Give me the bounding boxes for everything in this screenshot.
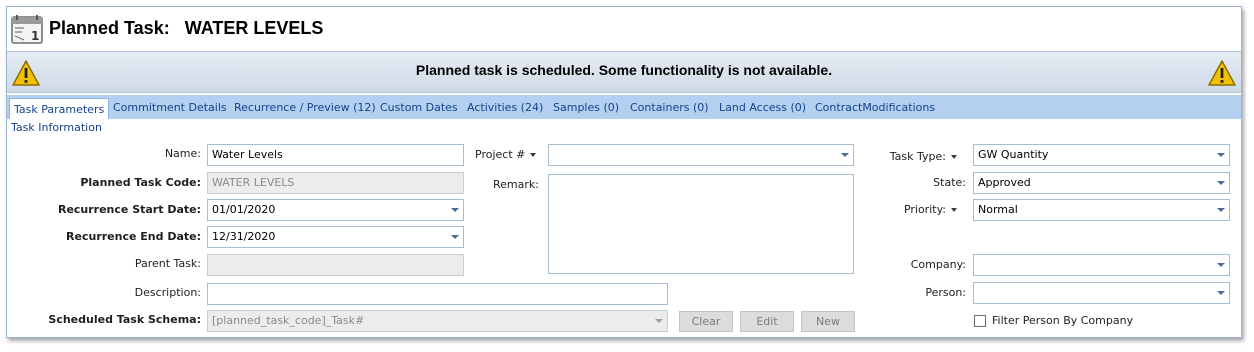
name-field[interactable]: Water Levels	[207, 144, 464, 166]
schema-label: Scheduled Task Schema:	[48, 313, 201, 326]
task-type-select[interactable]: GW Quantity	[973, 144, 1230, 166]
recurrence-end-label: Recurrence End Date:	[66, 230, 201, 243]
remark-textarea[interactable]	[548, 174, 854, 274]
chevron-down-icon	[655, 319, 663, 323]
tab-samples[interactable]: Samples (0)	[553, 97, 619, 118]
chevron-down-icon[interactable]	[1217, 208, 1225, 212]
window-header: 1 Planned Task: WATER LEVELS	[7, 7, 1241, 51]
chevron-down-icon[interactable]	[1217, 153, 1225, 157]
project-select[interactable]	[548, 144, 854, 166]
chevron-down-icon[interactable]	[1217, 263, 1225, 267]
page-title: Planned Task: WATER LEVELS	[49, 18, 324, 38]
warning-message: Planned task is scheduled. Some function…	[415, 62, 833, 78]
recurrence-end-value: 12/31/2020	[212, 230, 276, 243]
new-button[interactable]: New	[801, 311, 855, 332]
state-label: State:	[933, 176, 966, 189]
recurrence-start-label: Recurrence Start Date:	[57, 203, 201, 216]
calendar-icon: 1	[11, 15, 43, 44]
company-select[interactable]	[973, 254, 1230, 276]
tab-recurrence-preview[interactable]: Recurrence / Preview (12)	[234, 97, 376, 118]
tab-containers[interactable]: Containers (0)	[630, 97, 709, 118]
task-type-label[interactable]: Task Type:	[887, 150, 957, 163]
filter-person-label[interactable]: Filter Person By Company	[992, 314, 1133, 327]
priority-label[interactable]: Priority:	[887, 203, 957, 216]
warning-icon	[1208, 60, 1236, 86]
project-label[interactable]: Project #	[475, 148, 537, 161]
description-field[interactable]	[207, 283, 668, 305]
chevron-down-icon[interactable]	[1217, 181, 1225, 185]
schema-placeholder: [planned_task_code]_Task#	[212, 314, 365, 327]
person-label: Person:	[925, 286, 966, 299]
edit-button[interactable]: Edit	[740, 311, 794, 332]
description-label: Description:	[134, 286, 201, 299]
filter-person-checkbox[interactable]	[974, 315, 986, 327]
priority-select[interactable]: Normal	[973, 199, 1230, 221]
tab-bar: Task Parameters Commitment Details Recur…	[7, 95, 1241, 119]
company-label: Company:	[910, 258, 966, 271]
person-select[interactable]	[973, 282, 1230, 304]
planned-task-code-field: WATER LEVELS	[207, 172, 464, 194]
recurrence-start-date-picker[interactable]: 01/01/2020	[207, 199, 464, 221]
planned-task-code-label: Planned Task Code:	[80, 176, 201, 189]
tab-task-parameters[interactable]: Task Parameters	[9, 98, 110, 119]
chevron-down-icon	[951, 208, 957, 212]
state-select[interactable]: Approved	[973, 172, 1230, 194]
recurrence-start-value: 01/01/2020	[212, 203, 276, 216]
chevron-down-icon[interactable]	[1217, 291, 1225, 295]
tab-contract-modifications[interactable]: ContractModifications	[815, 97, 935, 118]
parent-task-label: Parent Task:	[134, 257, 201, 270]
chevron-down-icon[interactable]	[451, 208, 459, 212]
tab-land-access[interactable]: Land Access (0)	[719, 97, 806, 118]
remark-label: Remark:	[493, 178, 539, 191]
tab-commitment-details[interactable]: Commitment Details	[113, 97, 227, 118]
recurrence-end-date-picker[interactable]: 12/31/2020	[207, 226, 464, 248]
chevron-down-icon	[530, 153, 537, 157]
svg-text:1: 1	[31, 29, 39, 43]
tab-activities[interactable]: Activities (24)	[467, 97, 543, 118]
warning-banner: Planned task is scheduled. Some function…	[7, 51, 1241, 93]
parent-task-field	[207, 254, 464, 276]
chevron-down-icon[interactable]	[841, 153, 849, 157]
chevron-down-icon	[951, 155, 957, 159]
clear-button[interactable]: Clear	[679, 311, 733, 332]
name-label: Name:	[164, 147, 201, 160]
section-title: Task Information	[11, 121, 102, 134]
schema-select: [planned_task_code]_Task#	[207, 310, 668, 332]
chevron-down-icon[interactable]	[451, 235, 459, 239]
planned-task-window: 1 Planned Task: WATER LEVELS Planned tas…	[6, 6, 1242, 338]
tab-custom-dates[interactable]: Custom Dates	[380, 97, 458, 118]
